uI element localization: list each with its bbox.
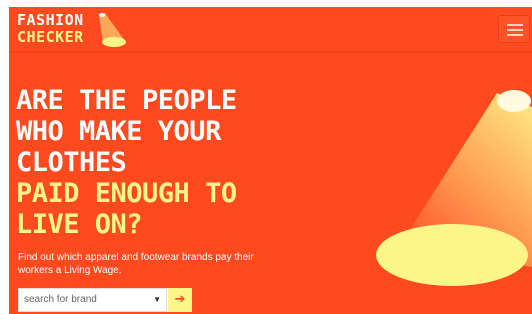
brand-search-select[interactable]: search for brand ▼ (18, 288, 167, 312)
hero-headline: ARE THE PEOPLE WHO MAKE YOUR CLOTHES PAI… (16, 85, 316, 240)
brand-search: search for brand ▼ ➔ (18, 288, 192, 312)
headline-line-3: CLOTHES (16, 147, 127, 178)
header-divider (9, 51, 532, 55)
headline-line-2: WHO MAKE YOUR (16, 116, 221, 147)
light-pool (376, 224, 528, 286)
caret-down-icon: ▼ (153, 295, 161, 304)
logo-text-line-1: FASHION (17, 11, 84, 29)
search-submit-button[interactable]: ➔ (168, 288, 192, 312)
search-placeholder: search for brand (24, 294, 97, 305)
hamburger-menu-icon (507, 24, 523, 26)
headline-line-1: ARE THE PEOPLE (16, 85, 237, 116)
page: FASHION CHECKER ARE THE PEOPLE WHO MAKE … (9, 7, 532, 314)
hero-subtitle: Find out which apparel and footwear bran… (18, 252, 254, 276)
logo-spotlight-icon (99, 13, 126, 47)
menu-button[interactable] (498, 15, 530, 43)
logo-text-line-2: CHECKER (17, 28, 84, 46)
fashion-checker-logo[interactable]: FASHION CHECKER (17, 11, 127, 51)
site-header: FASHION CHECKER (9, 7, 532, 51)
arrow-right-icon: ➔ (174, 292, 186, 307)
spotlight-illustration (376, 90, 532, 286)
hamburger-menu-icon (507, 29, 523, 31)
headline-line-5: LIVE ON? (16, 209, 143, 240)
hamburger-menu-icon (507, 34, 523, 36)
headline-line-4: PAID ENOUGH TO (16, 178, 237, 209)
lamp-head (497, 90, 531, 112)
